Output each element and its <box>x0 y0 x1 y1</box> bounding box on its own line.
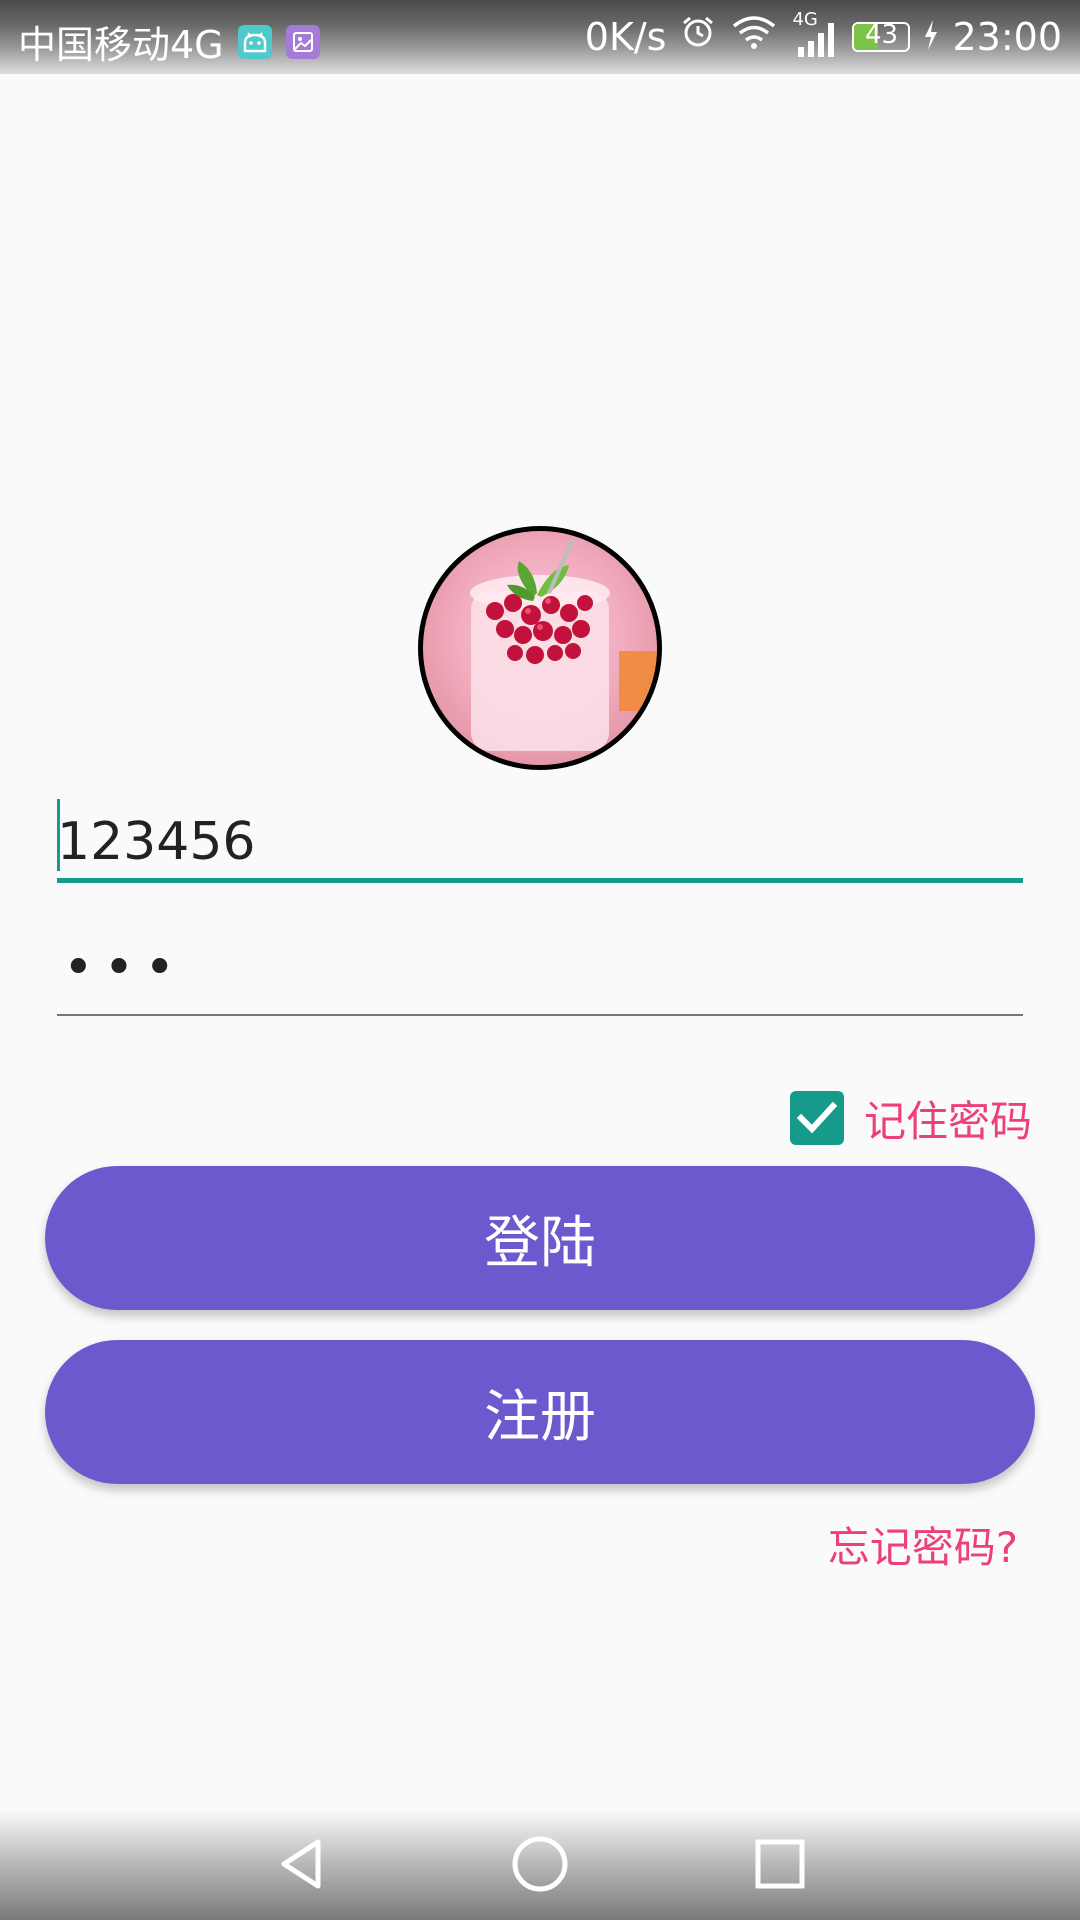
back-icon[interactable] <box>262 1824 342 1904</box>
wifi-icon <box>730 14 778 59</box>
signal-icon: 4G <box>792 9 838 59</box>
battery-level: 43 <box>864 21 899 50</box>
clock: 23:00 <box>952 14 1062 59</box>
login-button[interactable]: 登陆 <box>45 1166 1035 1310</box>
gallery-icon <box>285 24 320 59</box>
password-field[interactable]: ••• <box>57 928 1023 1016</box>
password-input[interactable]: ••• <box>63 938 185 998</box>
username-field[interactable] <box>57 795 1023 883</box>
net-speed: 0K/s <box>584 14 667 59</box>
carrier-label: 中国移动4G <box>18 23 224 67</box>
recent-apps-icon[interactable] <box>740 1824 820 1904</box>
forgot-password-link[interactable]: 忘记密码? <box>828 1514 1018 1575</box>
charging-icon <box>924 15 938 59</box>
status-right: 0K/s 4G 43 23:00 <box>584 9 1062 59</box>
avatar-image <box>418 526 662 770</box>
username-input[interactable] <box>57 812 1023 872</box>
remember-password-row[interactable]: 记住密码 <box>789 1088 1032 1149</box>
alarm-icon <box>680 14 716 59</box>
status-left: 中国移动4G <box>18 14 320 69</box>
android-debug-icon <box>237 24 272 59</box>
status-bar: 中国移动4G 0K/s 4G 43 23:00 <box>0 0 1080 74</box>
battery-icon: 43 <box>852 21 911 52</box>
check-icon <box>796 1101 837 1134</box>
remember-password-label[interactable]: 记住密码 <box>864 1088 1032 1149</box>
register-button[interactable]: 注册 <box>45 1340 1035 1484</box>
home-icon[interactable] <box>500 1824 580 1904</box>
remember-password-checkbox[interactable] <box>789 1091 844 1145</box>
navigation-bar <box>0 1810 1080 1920</box>
